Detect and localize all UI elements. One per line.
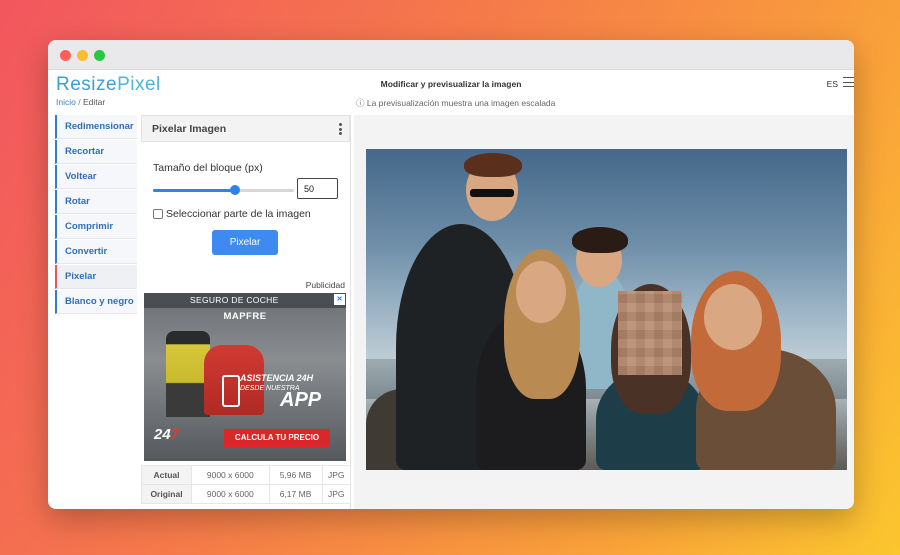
ad-24-7-badge: 247 [154, 426, 179, 443]
hamburger-menu-icon[interactable] [843, 77, 854, 88]
block-size-slider[interactable] [153, 183, 294, 197]
photo-hair [572, 227, 628, 253]
ad-copy: ASISTENCIA 24H DESDE NUESTRA APP [240, 373, 346, 423]
photo-sunglasses [470, 189, 514, 197]
more-options-icon[interactable] [339, 123, 343, 137]
slider-thumb[interactable] [229, 185, 240, 195]
dimensions-cell: 9000 x 6000 [191, 484, 270, 504]
sidebar-item-rotar[interactable]: Rotar [55, 190, 137, 214]
tools-sidebar: Redimensionar Recortar Voltear Rotar Com… [55, 115, 137, 315]
block-size-input[interactable] [297, 178, 338, 199]
title-bar [48, 40, 854, 70]
breadcrumb: Inicio / Editar [56, 97, 105, 107]
format-cell: JPG [321, 484, 352, 504]
close-window-button[interactable] [60, 50, 71, 61]
page-title: Modificar y previsualizar la imagen [380, 79, 522, 89]
pixelate-button[interactable]: Pixelar [212, 230, 278, 255]
preview-area [354, 115, 854, 509]
photo-face [704, 284, 762, 350]
minimize-window-button[interactable] [77, 50, 88, 61]
ad-line3: APP [280, 389, 322, 411]
preview-note: ⓘ La previsualización muestra una imagen… [356, 98, 556, 108]
row-label: Actual [141, 465, 192, 485]
browser-window: ResizePixel Inicio / Editar Modificar y … [48, 40, 854, 509]
panel-header: Pixelar Imagen [141, 115, 350, 142]
sidebar-item-comprimir[interactable]: Comprimir [55, 215, 137, 239]
app-header: ResizePixel Inicio / Editar Modificar y … [48, 70, 854, 115]
ad-label: Publicidad [305, 280, 345, 290]
size-cell: 6,17 MB [268, 484, 323, 504]
format-cell: JPG [321, 465, 352, 485]
breadcrumb-current: Editar [82, 97, 106, 107]
sidebar-item-voltear[interactable]: Voltear [55, 165, 137, 189]
block-size-label: Tamaño del bloque (px) [153, 162, 263, 174]
sidebar-item-pixelar[interactable]: Pixelar [55, 265, 137, 289]
pixelated-face [618, 291, 682, 375]
phone-icon [222, 375, 240, 407]
preview-image[interactable] [366, 149, 847, 470]
ad-brand: MAPFRE [223, 311, 267, 322]
select-part-label: Seleccionar parte de la imagen [166, 207, 311, 220]
ad-badge-24: 24 [154, 426, 171, 443]
breadcrumb-home-link[interactable]: Inicio [56, 97, 76, 107]
panel-title: Pixelar Imagen [152, 123, 227, 135]
select-part-checkbox[interactable] [153, 208, 163, 219]
maximize-window-button[interactable] [94, 50, 105, 61]
file-info-table: Actual 9000 x 6000 5,96 MB JPG Original … [141, 465, 352, 504]
dimensions-cell: 9000 x 6000 [191, 465, 270, 485]
table-row: Original 9000 x 6000 6,17 MB JPG [141, 484, 352, 504]
sidebar-item-recortar[interactable]: Recortar [55, 140, 137, 164]
advertisement[interactable]: SEGURO DE COCHE ✕ MAPFRE ASISTENCIA 24H … [144, 293, 346, 461]
size-cell: 5,96 MB [268, 465, 323, 485]
language-selector[interactable]: ES [827, 79, 838, 89]
sidebar-item-convertir[interactable]: Convertir [55, 240, 137, 264]
select-part-row[interactable]: Seleccionar parte de la imagen [153, 205, 311, 220]
row-label: Original [141, 484, 192, 504]
breadcrumb-separator: / [78, 97, 81, 107]
ad-line1: ASISTENCIA 24H [240, 373, 314, 383]
ad-choices-icon[interactable]: ✕ [334, 294, 345, 305]
photo-face [516, 261, 566, 323]
pixelate-panel: Pixelar Imagen Tamaño del bloque (px) Se… [141, 115, 352, 509]
ad-cta-button[interactable]: CALCULA TU PRECIO [224, 429, 330, 447]
sidebar-item-redimensionar[interactable]: Redimensionar [55, 115, 137, 139]
ad-badge-7: 7 [170, 426, 180, 443]
ad-top-text: SEGURO DE COCHE [190, 295, 279, 305]
sidebar-item-blanco-y-negro[interactable]: Blanco y negro [55, 290, 137, 314]
table-row: Actual 9000 x 6000 5,96 MB JPG [141, 465, 352, 485]
photo-hair [464, 153, 522, 177]
